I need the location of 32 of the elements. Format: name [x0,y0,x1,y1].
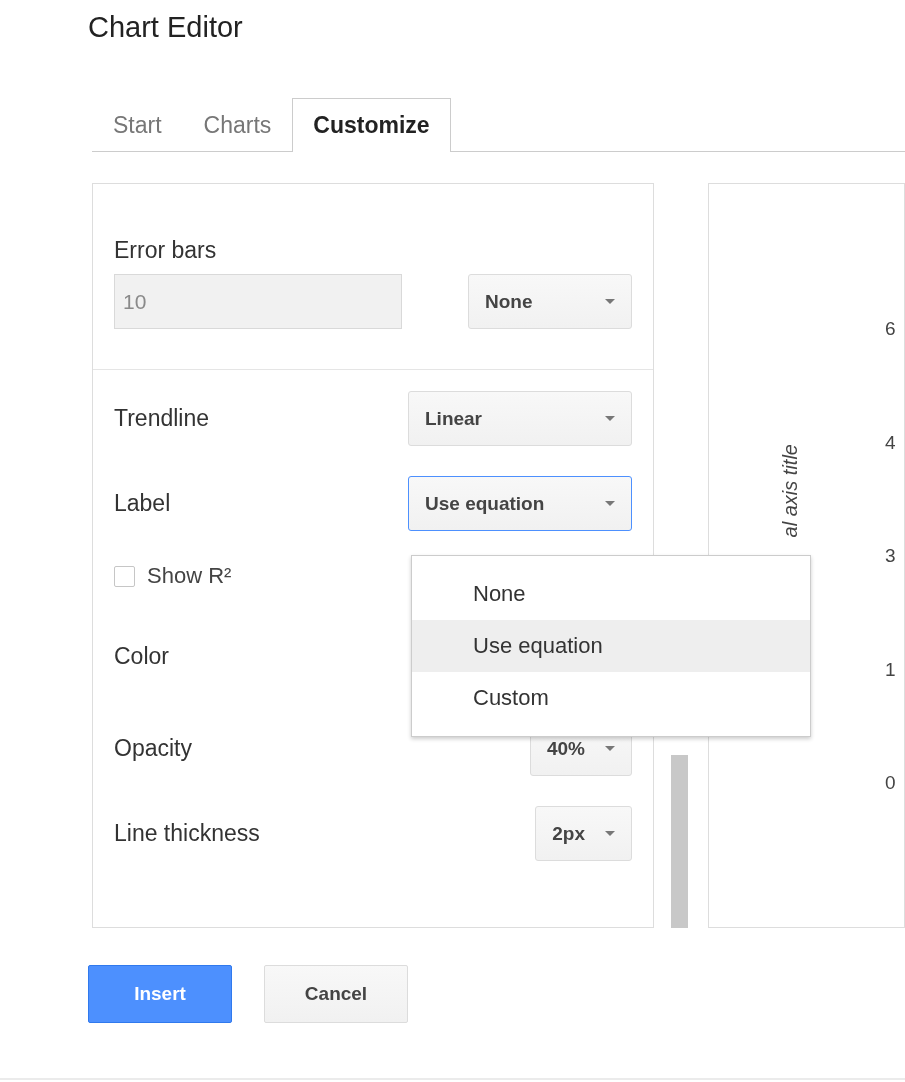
caret-icon [605,831,615,836]
setting-label: Label [114,490,171,517]
setting-label: Opacity [114,735,192,762]
tab[interactable]: Customize [292,98,451,152]
setting-label: Color [114,642,169,670]
axis-tick-label: 4 [885,430,896,455]
cancel-button[interactable]: Cancel [264,965,408,1023]
checkbox[interactable] [114,565,135,587]
axis-tick-label: 3 [885,544,896,568]
setting-label: Error bars [114,236,217,264]
axis-tick-label: 0 [885,771,896,795]
caret-icon [605,416,615,421]
dropdown-select[interactable]: Use equation [408,476,632,531]
dropdown-select[interactable]: None [468,274,632,329]
caret-icon [605,299,615,304]
setting-label: Trendline [114,405,210,432]
caret-icon [605,746,615,751]
setting-label: Line thickness [114,820,260,847]
dropdown-select[interactable]: Linear [408,391,632,446]
dropdown-select[interactable]: 2px [535,806,632,861]
caret-icon [605,501,615,506]
tab[interactable]: Charts [182,98,293,151]
menu-item[interactable]: Custom [412,672,810,724]
tab[interactable]: Start [92,98,183,151]
axis-title: al axis title [779,444,802,538]
checkbox-label: Show R² [147,563,232,589]
axis-tick-label: 1 [885,657,896,682]
axis-tick-label: 6 [885,317,896,341]
menu-item[interactable]: Use equation [412,620,810,672]
dialog-title: Chart Editor [88,10,244,45]
scrollbar-thumb[interactable] [671,755,688,928]
menu-item[interactable]: None [412,568,810,620]
